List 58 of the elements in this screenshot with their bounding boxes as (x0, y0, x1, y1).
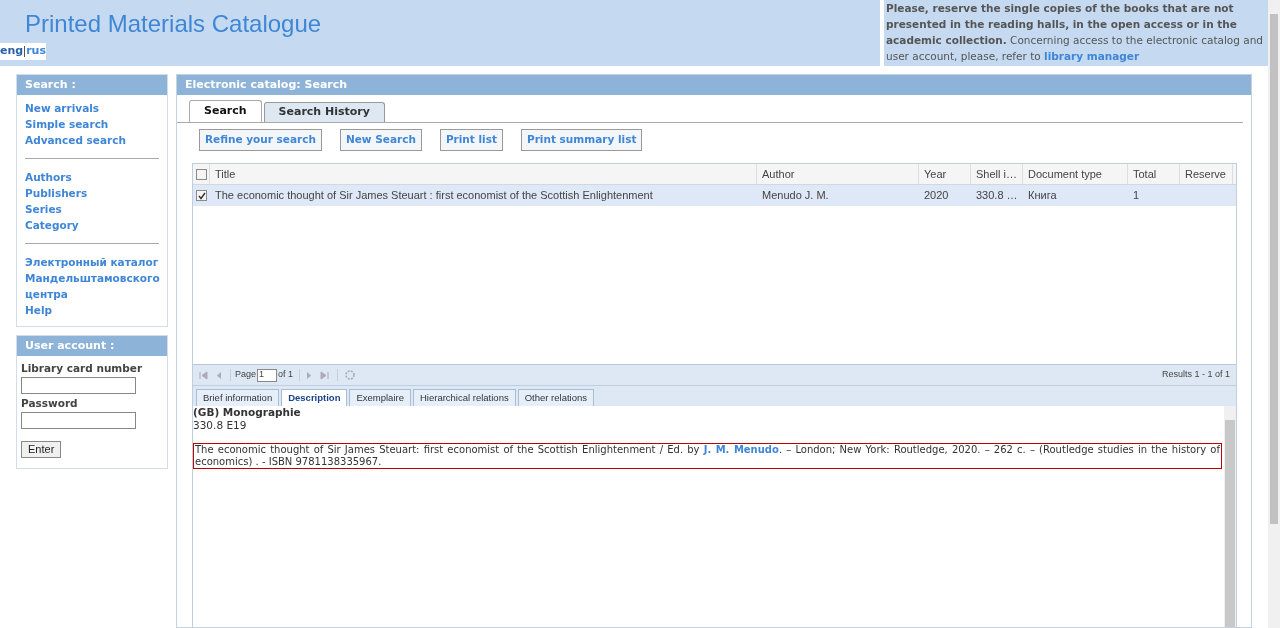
last-page-icon[interactable] (320, 370, 330, 380)
password-input[interactable] (21, 411, 136, 429)
column-header[interactable]: Total (1128, 164, 1180, 184)
field-label: Password (21, 395, 78, 411)
menu-link[interactable]: Advanced search (25, 132, 159, 148)
next-page-icon[interactable] (306, 370, 313, 380)
detail-tab[interactable]: Other relations (517, 389, 594, 406)
table-cell: 1 (1133, 189, 1140, 202)
call-number: 330.8 E19 (193, 419, 247, 431)
checkbox[interactable] (195, 168, 207, 180)
checkmark-icon (197, 191, 206, 200)
table-cell: 330.8 … (976, 189, 1018, 202)
column-header[interactable]: Reserve (1180, 164, 1233, 184)
field-label: Library card number (21, 361, 143, 376)
enter-button[interactable]: Enter (21, 440, 62, 458)
panel-header: Search : (17, 75, 167, 95)
menu-link[interactable]: Simple search (25, 116, 159, 132)
language-link[interactable]: eng (0, 43, 24, 60)
table-cell: The economic thought of Sir James Steuart : first economist of the Scottish Enlightenment (215, 189, 653, 202)
record-type: (GB) Monographie (193, 406, 301, 419)
checkbox[interactable] (196, 190, 207, 201)
menu-link[interactable]: Authors (25, 169, 159, 185)
detail-tab[interactable]: Brief information (196, 389, 280, 406)
table-row[interactable]: The economic thought of Sir James Steuart : first economist of the Scottish Enlightenment Menudo J. M. 2020 330.8 … Книга 1 (193, 185, 1236, 206)
notice-text: Please, reserve the single copies of the books that are not presented in the reading halls, in the open access or in the academic collection. Concerning access to the electronic catalog and user account, please, refer to library manager (886, 2, 1264, 62)
detail-tab[interactable]: Hierarchical relations (412, 389, 516, 406)
page-number-input[interactable]: 1 (257, 368, 278, 382)
menu-link[interactable]: New arrivals (25, 100, 159, 116)
table-cell: Книга (1028, 189, 1057, 202)
first-page-icon[interactable] (199, 370, 208, 380)
table-cell: 2020 (924, 189, 949, 202)
menu-link[interactable]: Publishers (25, 185, 159, 201)
bibliographic-description: The economic thought of Sir James Steuart: first economist of the Scottish Enlightenment / Ed. by J. M. Menudo. – London; New York: Routledge, 2020. – 262 с. – (Routledge studies in the history of economics) . - ISBN 9781138335967. (193, 443, 1222, 469)
panel-header: Electronic catalog: Search (177, 75, 1251, 95)
refresh-icon[interactable] (344, 369, 357, 381)
language-link[interactable]: rus (26, 43, 46, 60)
library-card-input[interactable] (21, 376, 136, 394)
tab[interactable]: Search History (263, 102, 385, 122)
results-count: Results 1 - 1 of 1 (1161, 368, 1230, 382)
page-label: Page (235, 368, 257, 382)
column-header[interactable]: Document type (1023, 164, 1128, 184)
menu-link[interactable]: Series (25, 201, 159, 217)
menu-link[interactable]: Category (25, 217, 159, 233)
site-title: Printed Materials Catalogue (25, 9, 322, 39)
column-header[interactable]: Author (757, 164, 919, 184)
detail-tab[interactable]: Exemplaire (349, 389, 411, 406)
tab[interactable]: Search (189, 100, 262, 122)
column-header[interactable]: Title (210, 164, 757, 184)
column-header[interactable]: Year (919, 164, 971, 184)
previous-page-icon[interactable] (216, 370, 222, 380)
menu-link[interactable]: Электронный каталог Мандельштамовского центра (25, 254, 159, 302)
detail-tab[interactable]: Description (281, 389, 348, 406)
column-header[interactable]: Shell i… (971, 164, 1023, 184)
author-link[interactable]: J. M. Menudo (703, 444, 779, 455)
table-cell: Menudo J. M. (762, 189, 829, 202)
menu-link[interactable]: Help (25, 302, 159, 318)
page-count: of 1 (278, 368, 294, 382)
panel-header: User account : (17, 336, 167, 356)
